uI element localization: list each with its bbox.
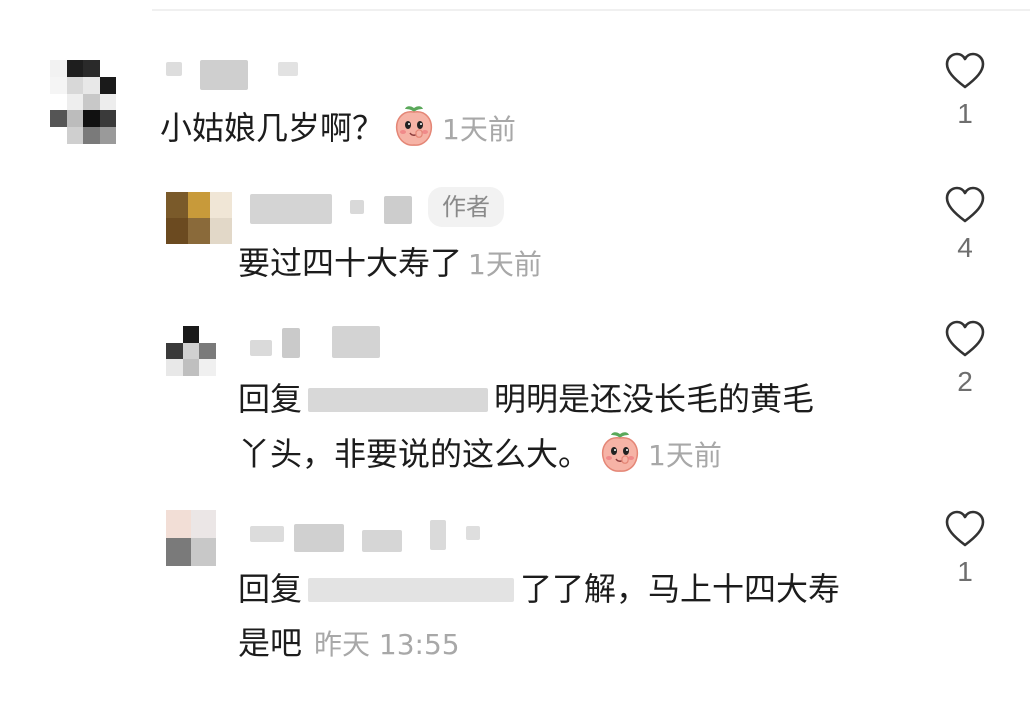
replied-user-blurred[interactable] xyxy=(308,388,489,412)
author-badge: 作者 xyxy=(428,187,504,227)
heart-outline-icon xyxy=(945,320,985,357)
avatar[interactable] xyxy=(166,326,216,376)
top-divider xyxy=(152,9,1030,11)
comment-body-line-2: 丫头，非要说的这么大。 xyxy=(238,435,591,473)
reply-prefix: 回复 xyxy=(238,570,303,608)
comment-text-line-2: 丫头，非要说的这么大。 1天前 xyxy=(238,430,722,479)
like-count: 4 xyxy=(957,232,973,263)
like-button[interactable]: 1 xyxy=(943,510,987,588)
peach-face-emoji xyxy=(601,432,639,472)
comment-text-line-1: 回复 明明是还没长毛的黄毛 xyxy=(238,376,814,422)
comment-text-line-1: 回复 了了解，马上十四大寿 xyxy=(238,566,840,612)
avatar[interactable] xyxy=(166,510,216,566)
like-count: 2 xyxy=(957,366,973,397)
comment-body-line-2: 是吧 xyxy=(238,624,303,662)
avatar[interactable] xyxy=(166,192,232,244)
comment-body-line-1: 明明是还没长毛的黄毛 xyxy=(494,380,815,418)
like-count: 1 xyxy=(957,556,973,587)
comment-body: 要过四十大寿了 xyxy=(238,244,463,282)
like-button[interactable]: 4 xyxy=(943,186,987,264)
comment-text: 要过四十大寿了 1天前 xyxy=(238,240,542,288)
heart-outline-icon xyxy=(945,510,985,547)
comment-time: 1天前 xyxy=(468,248,542,281)
peach-face-emoji xyxy=(395,106,433,146)
heart-outline-icon xyxy=(945,52,985,89)
comment-time: 昨天 13:55 xyxy=(314,628,460,661)
avatar[interactable] xyxy=(50,60,116,144)
comment-time: 1天前 xyxy=(648,439,722,472)
comment-body-line-1: 了了解，马上十四大寿 xyxy=(520,570,841,608)
reply-prefix: 回复 xyxy=(238,380,303,418)
replied-user-blurred[interactable] xyxy=(308,578,515,602)
like-button[interactable]: 1 xyxy=(943,52,987,130)
like-count: 1 xyxy=(957,98,973,129)
comment-body: 小姑娘几岁啊？ xyxy=(160,109,385,147)
like-button[interactable]: 2 xyxy=(943,320,987,398)
heart-outline-icon xyxy=(945,186,985,223)
comment-thread: 小姑娘几岁啊？ 1天前 1 作者 要过四十大寿了 1天前 4 回复 明明是还没长… xyxy=(0,0,1030,704)
comment-time: 1天前 xyxy=(442,113,516,146)
comment-text: 小姑娘几岁啊？ 1天前 xyxy=(160,104,516,153)
comment-text-line-2: 是吧 昨天 13:55 xyxy=(238,620,460,668)
